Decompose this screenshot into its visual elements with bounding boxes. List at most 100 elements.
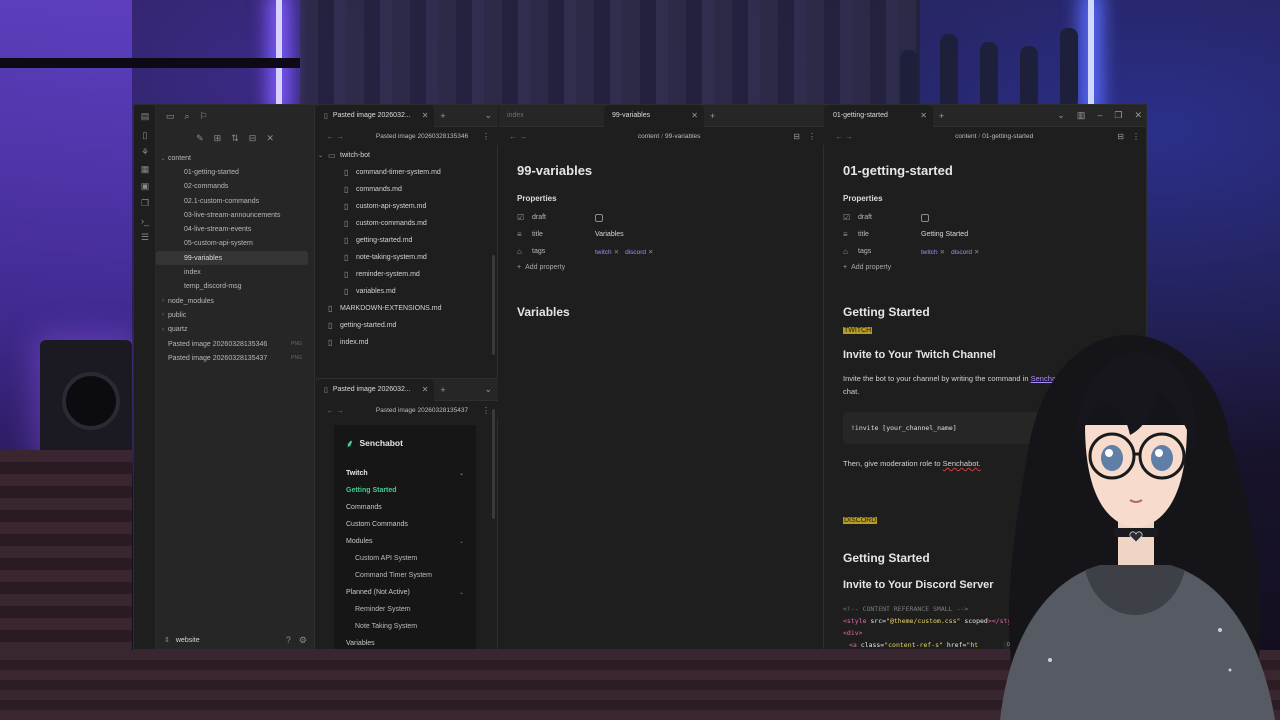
tree-file[interactable]: 02-commands <box>156 180 314 194</box>
property-value[interactable]: Getting Started <box>921 231 968 238</box>
help-icon[interactable]: ? <box>286 635 291 646</box>
new-tab-icon[interactable]: + <box>434 385 451 395</box>
reading-view-icon[interactable]: ⊟ <box>793 132 808 141</box>
reading-view-icon[interactable]: ⊟ <box>1117 132 1132 141</box>
remove-tag-icon[interactable]: ✕ <box>940 249 945 256</box>
sidebar-toggle-icon[interactable]: ▤ <box>134 105 156 127</box>
vault-switcher[interactable]: ⇕ website ? ⚙ <box>156 629 315 649</box>
close-tab-icon[interactable]: ✕ <box>422 385 429 394</box>
close-icon[interactable]: ✕ <box>266 133 274 144</box>
close-tab-icon[interactable]: ✕ <box>422 111 429 120</box>
draft-checkbox[interactable] <box>921 213 929 222</box>
back-forward-icon[interactable]: ← → <box>316 406 362 415</box>
new-note-icon[interactable]: ✎ <box>196 133 204 144</box>
more-options-icon[interactable]: ⋮ <box>1132 132 1146 141</box>
more-options-icon[interactable]: ⋮ <box>482 132 498 141</box>
table-icon[interactable]: ☰ <box>134 229 156 246</box>
search-icon[interactable]: ⌕ <box>185 111 190 122</box>
tab-99-variables[interactable]: 99-variables ✕ <box>604 105 704 127</box>
list-file: ▯ command-timer-system.md <box>316 164 486 181</box>
property-title: ≡ title Getting Started <box>843 226 1130 243</box>
breadcrumb-folder[interactable]: content <box>955 133 976 140</box>
new-tab-icon[interactable]: + <box>434 111 451 121</box>
new-tab-icon[interactable]: + <box>933 111 950 121</box>
bookmark-icon[interactable]: ⚐ <box>200 111 208 122</box>
back-forward-icon[interactable]: ← → <box>316 132 362 141</box>
tree-file[interactable]: 03-live-stream-announcements <box>156 208 314 222</box>
tree-file[interactable]: 05-custom-api-system <box>156 237 314 251</box>
new-tab-icon[interactable]: + <box>704 111 721 121</box>
note-pane-variables: index 99-variables ✕ + ← → content/99-va… <box>499 105 824 649</box>
tree-file[interactable]: temp_discord-msg <box>156 280 314 294</box>
properties-heading: Properties <box>843 194 883 203</box>
more-options-icon[interactable]: ⋮ <box>808 132 824 141</box>
site-nav-item: Commands <box>346 499 464 516</box>
add-property-button[interactable]: + Add property <box>843 264 1130 271</box>
list-file: ▯ variables.md <box>316 283 486 300</box>
tag-pill[interactable]: twitch ✕ <box>921 248 945 256</box>
list-folder: ⌄ ▭ twitch-bot <box>316 147 486 164</box>
scrollbar[interactable] <box>492 409 495 519</box>
tree-file[interactable]: Pasted image 20260328135437 PNG <box>156 351 314 365</box>
collapse-icon[interactable]: ⊟ <box>249 133 257 144</box>
add-property-button[interactable]: + Add property <box>517 264 805 271</box>
property-value[interactable]: Variables <box>595 231 624 238</box>
minimize-icon[interactable]: – <box>1091 110 1108 121</box>
remove-tag-icon[interactable]: ✕ <box>614 249 619 256</box>
tab-index[interactable]: index <box>499 105 604 127</box>
remove-tag-icon[interactable]: ✕ <box>974 249 979 256</box>
tab-pasted-image-2[interactable]: ▯ Pasted image 2026032... ✕ <box>316 378 435 401</box>
breadcrumb-folder[interactable]: content <box>638 133 659 140</box>
remove-tag-icon[interactable]: ✕ <box>648 249 653 256</box>
nav-bar: ← → Pasted image 20260328135437 ⋮ <box>316 401 498 419</box>
calendar-icon[interactable]: ▣ <box>134 178 156 195</box>
tag-pill[interactable]: discord ✕ <box>951 248 979 256</box>
nav-label: Custom API System <box>355 555 418 562</box>
list-file: ▯ MARKDOWN-EXTENSIONS.md <box>316 300 486 317</box>
tab-bar: 01-getting-started ✕ + ⌄ ▥ – ❐ ✕ <box>825 105 1146 127</box>
new-folder-icon[interactable]: ⊞ <box>214 133 222 144</box>
back-forward-icon[interactable]: ← → <box>825 132 871 141</box>
tree-folder[interactable]: › quartz <box>156 323 314 337</box>
chevron-down-icon[interactable]: ⌄ <box>1051 110 1071 121</box>
file-icon[interactable]: ▯ <box>134 127 156 144</box>
more-options-icon[interactable]: ⋮ <box>482 406 498 415</box>
tree-file[interactable]: Pasted image 20260328135346 PNG <box>156 337 314 351</box>
folder-icon[interactable]: ▭ <box>166 111 175 122</box>
close-tab-icon[interactable]: ✕ <box>691 111 698 120</box>
tab-pasted-image[interactable]: ▯ Pasted image 2026032... ✕ <box>316 105 435 127</box>
draft-checkbox[interactable] <box>595 213 603 222</box>
close-tab-icon[interactable]: ✕ <box>920 111 927 120</box>
ribbon: ▤ ▯ ⚘ ▦ ▣ ❐ ›_ ☰ <box>134 105 156 649</box>
tag-pill[interactable]: twitch ✕ <box>595 248 619 256</box>
sort-icon[interactable]: ⇅ <box>231 133 239 144</box>
terminal-icon[interactable]: ›_ <box>134 212 156 229</box>
site-nav-item: Command Timer System <box>346 567 464 584</box>
scrollbar[interactable] <box>492 255 495 355</box>
tree-file[interactable]: 04-live-stream-events <box>156 222 314 236</box>
tree-folder[interactable]: ⌄ content <box>156 151 314 165</box>
chevron-down-icon[interactable]: ⌄ <box>478 384 498 395</box>
canvas-icon[interactable]: ▦ <box>134 161 156 178</box>
tree-item-label: Pasted image 20260328135437 <box>168 354 268 362</box>
tree-file[interactable]: 01-getting-started <box>156 165 314 179</box>
settings-icon[interactable]: ⚙ <box>299 635 307 646</box>
tree-folder[interactable]: › public <box>156 308 314 322</box>
tab-01-getting-started[interactable]: 01-getting-started ✕ <box>825 105 933 127</box>
list-item-label: custom-api-system.md <box>356 203 427 210</box>
note-title[interactable]: 01-getting-started <box>843 163 1130 178</box>
copy-icon[interactable]: ❐ <box>134 195 156 212</box>
maximize-icon[interactable]: ❐ <box>1108 110 1128 121</box>
tag-pill[interactable]: discord ✕ <box>625 248 653 256</box>
tree-file[interactable]: index <box>156 265 314 279</box>
back-forward-icon[interactable]: ← → <box>499 132 545 141</box>
sidebar-right-icon[interactable]: ▥ <box>1071 110 1092 121</box>
tree-file[interactable]: 02.1-custom-commands <box>156 194 314 208</box>
close-window-icon[interactable]: ✕ <box>1128 110 1146 121</box>
file-icon: ▯ <box>344 236 349 245</box>
tree-file[interactable]: 99-variables <box>156 251 308 266</box>
tree-folder[interactable]: › node_modules <box>156 294 314 308</box>
note-title[interactable]: 99-variables <box>517 163 805 178</box>
graph-icon[interactable]: ⚘ <box>134 144 156 161</box>
chevron-down-icon[interactable]: ⌄ <box>478 110 498 121</box>
